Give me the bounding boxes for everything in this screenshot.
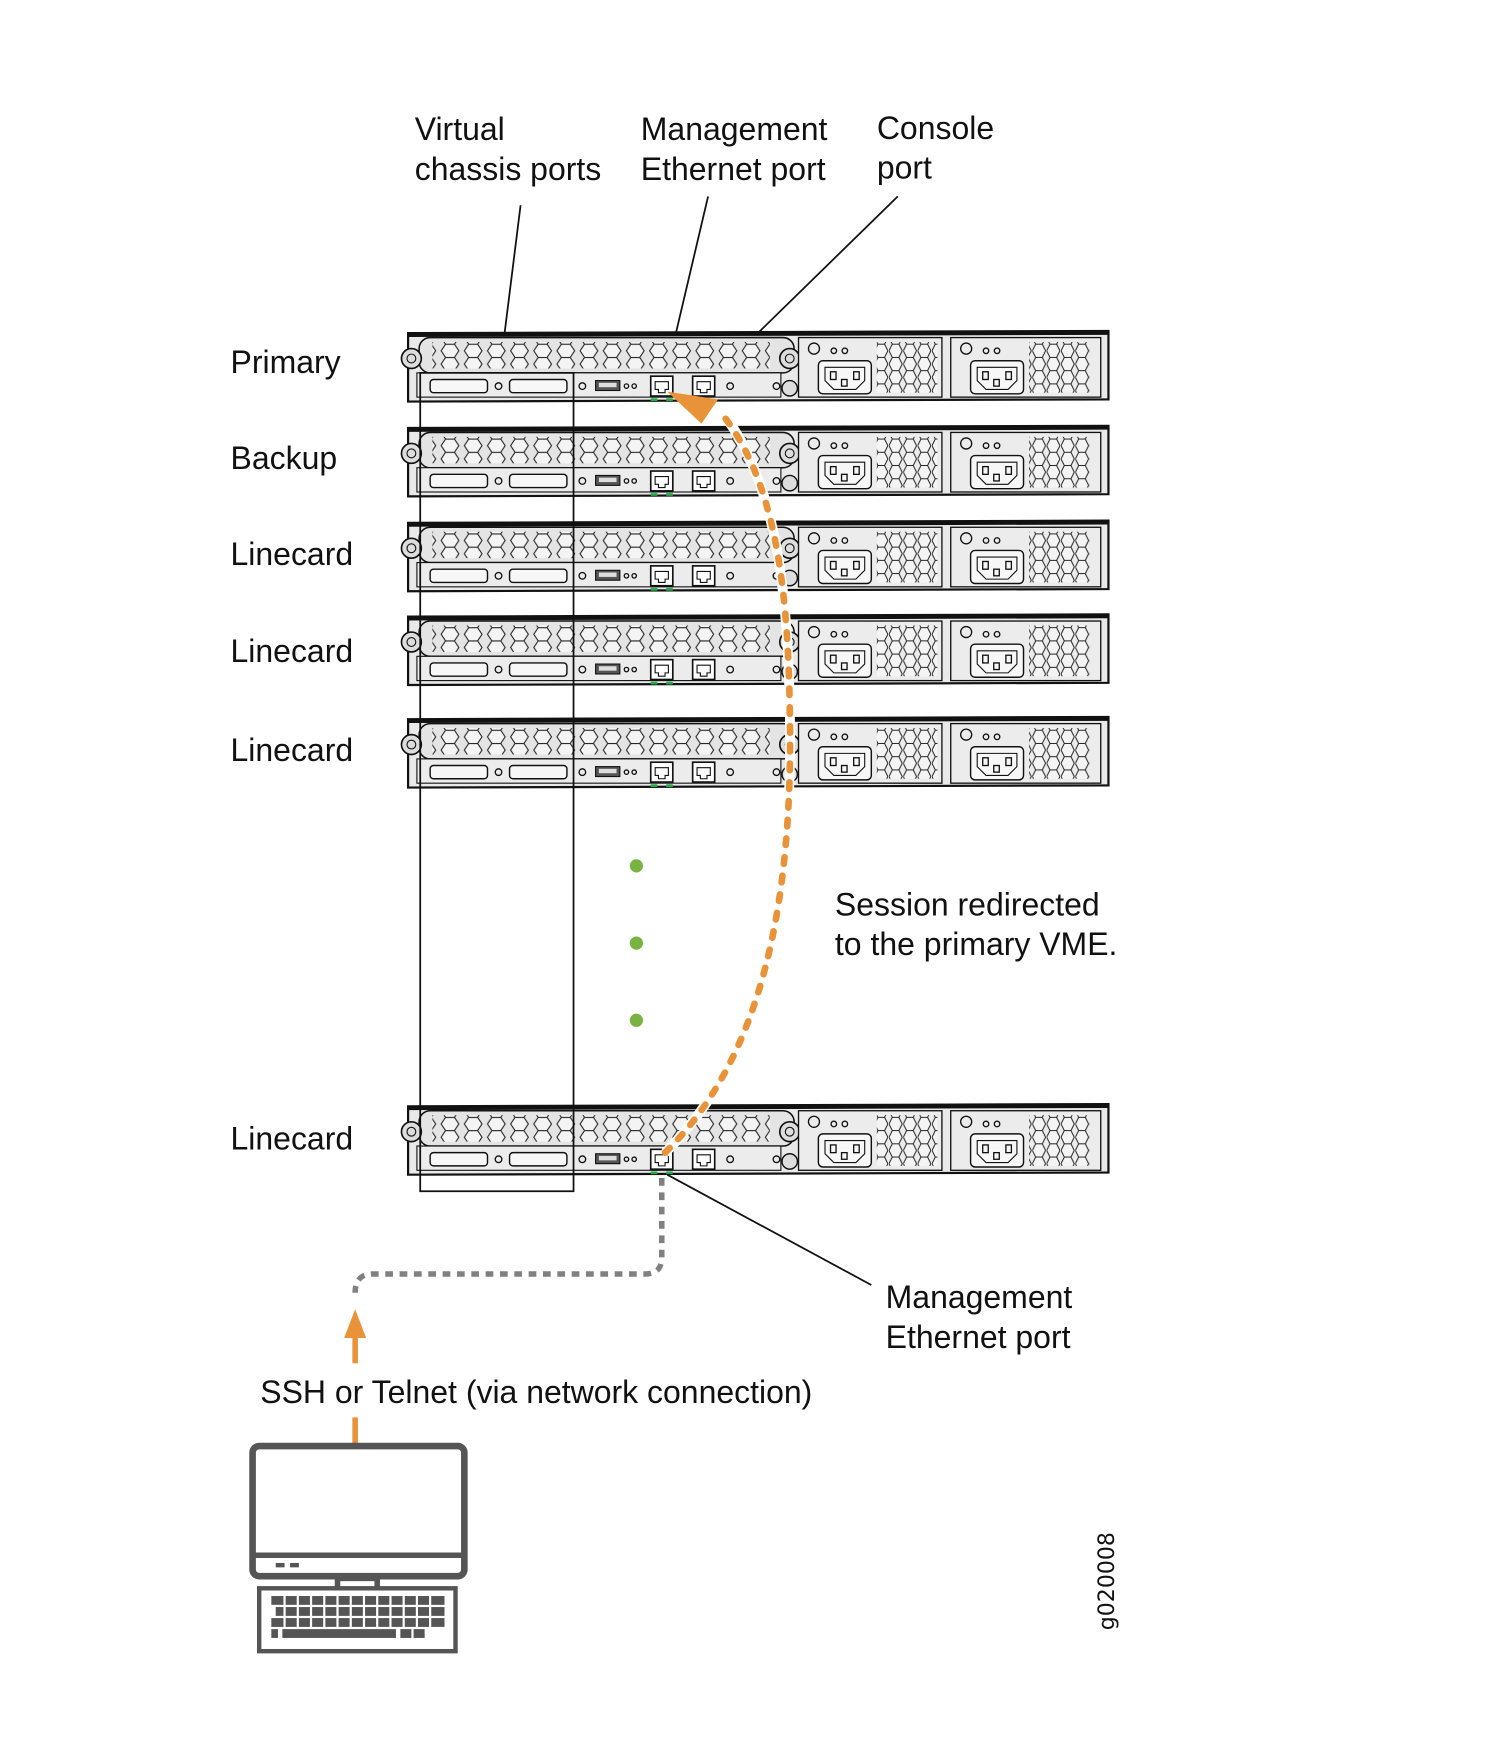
more-members-ellipsis: [629, 859, 644, 1027]
callout-mgmt-bottom-line1: Management: [886, 1279, 1073, 1315]
chassis-linecard-4: [399, 1102, 1111, 1177]
callout-mgmt-top-line2: Ethernet port: [641, 151, 826, 187]
ellipsis-dot: [629, 1013, 644, 1027]
ellipsis-dot: [629, 859, 644, 873]
callout-vc-line1: Virtual: [415, 111, 505, 147]
chassis-linecard-1: [399, 519, 1111, 593]
up-arrow-icon: [344, 1309, 367, 1338]
callout-vc-line2: chassis ports: [415, 151, 602, 187]
member-label-linecard-2: Linecard: [231, 633, 354, 669]
callout-mgmt-top-line1: Management: [641, 111, 828, 147]
callout-mgmt-bottom-line2: Ethernet port: [886, 1319, 1071, 1355]
figure-id: g020008: [1095, 1532, 1120, 1630]
session-redirect-line2: to the primary VME.: [835, 926, 1117, 962]
callout-console-line2: port: [877, 150, 932, 186]
member-label-backup: Backup: [231, 440, 338, 476]
callout-console-line1: Console: [877, 110, 994, 146]
virtual-chassis-diagram: Virtual chassis ports Management Etherne…: [231, 110, 1120, 1654]
leader-line-mgmt-bottom: [666, 1173, 872, 1286]
ellipsis-dot: [629, 936, 644, 950]
member-label-linecard-1: Linecard: [231, 536, 354, 572]
chassis-linecard-3: [399, 715, 1111, 790]
session-redirect-line1: Session redirected: [835, 887, 1100, 923]
ssh-telnet-label: SSH or Telnet (via network connection): [260, 1374, 812, 1410]
member-label-linecard-4: Linecard: [231, 1120, 354, 1156]
network-connection-path: [352, 1178, 665, 1293]
chassis-primary: [399, 329, 1111, 404]
member-label-primary: Primary: [231, 344, 341, 380]
chassis-linecard-2: [399, 612, 1111, 687]
computer-icon: [249, 1442, 468, 1654]
member-label-linecard-3: Linecard: [231, 732, 354, 768]
